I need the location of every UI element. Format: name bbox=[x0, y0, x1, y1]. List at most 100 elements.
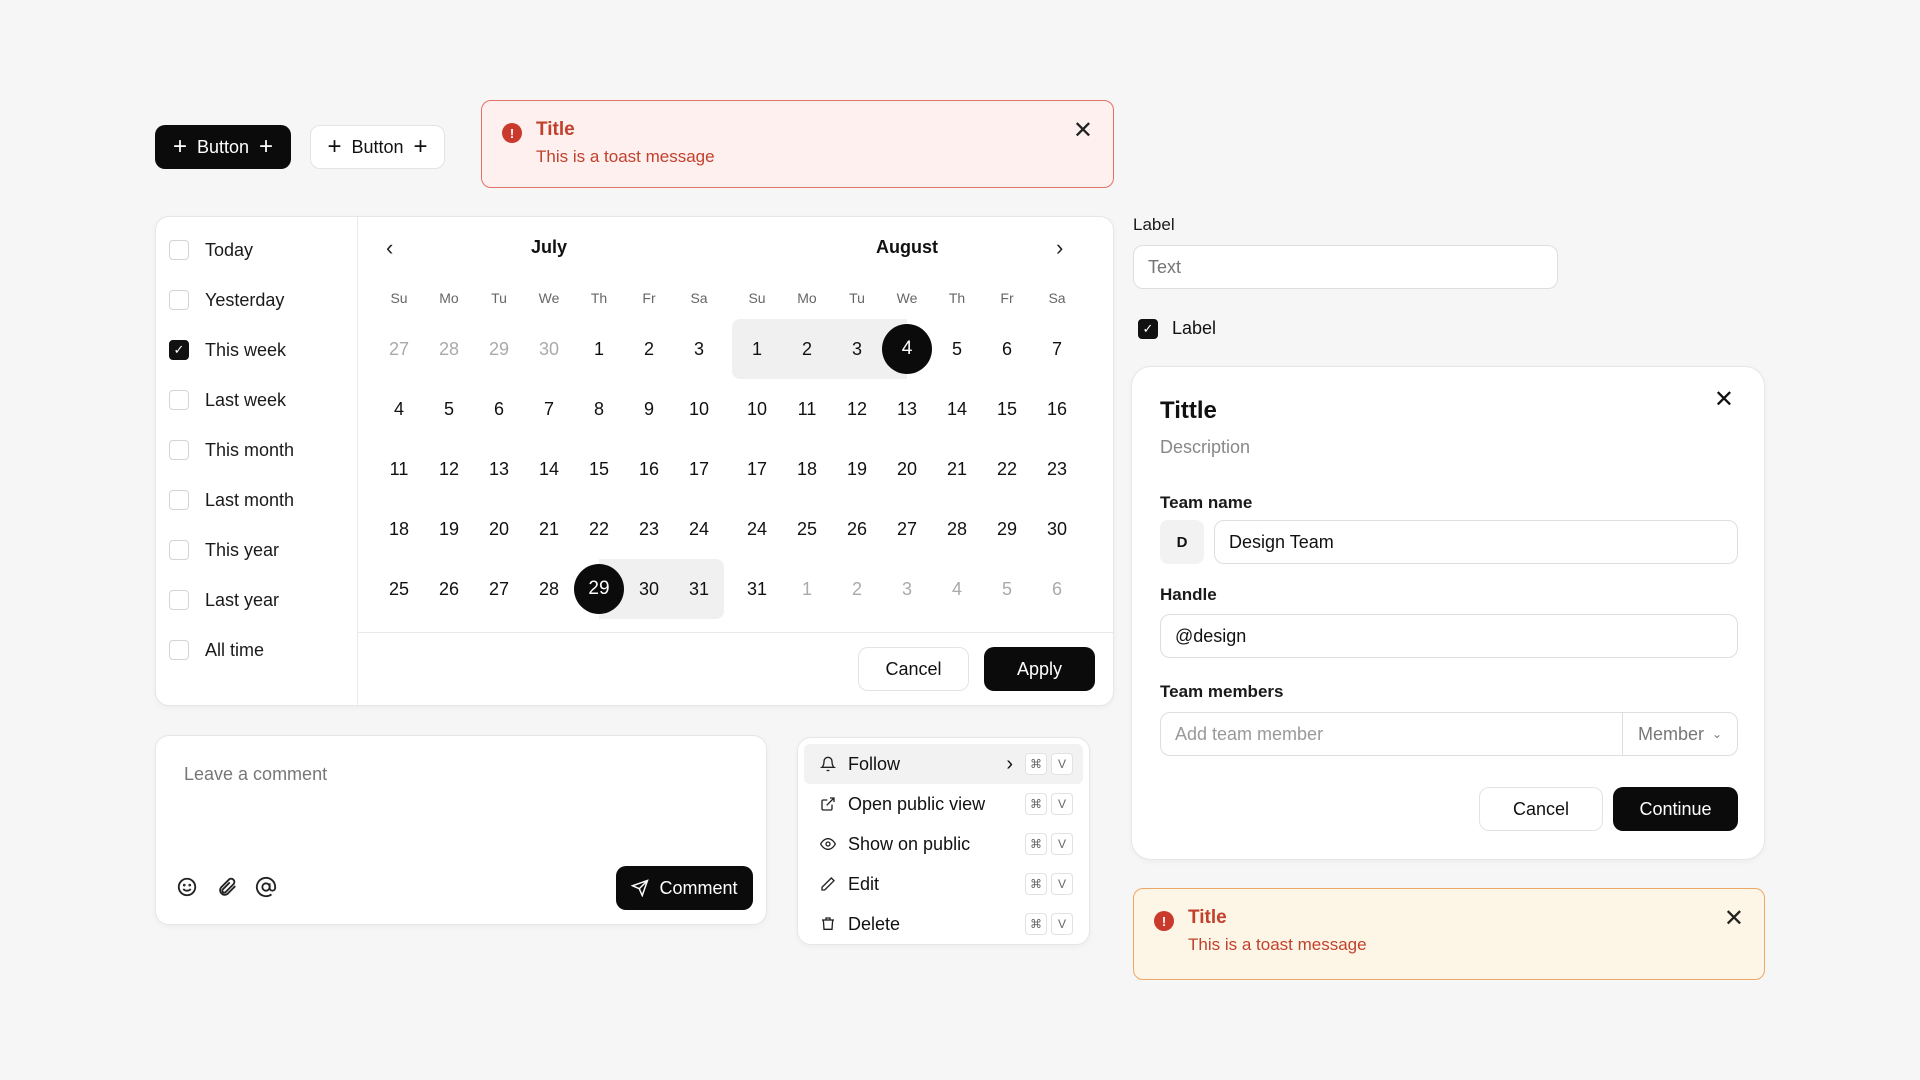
preset-checkbox[interactable] bbox=[169, 440, 189, 460]
preset-item[interactable]: Yesterday bbox=[156, 275, 357, 325]
calendar-day[interactable]: 25 bbox=[374, 559, 424, 619]
handle-input[interactable]: @design bbox=[1160, 614, 1738, 658]
calendar-day[interactable]: 3 bbox=[674, 319, 724, 379]
close-icon[interactable]: ✕ bbox=[1073, 119, 1093, 143]
calendar-day[interactable]: 8 bbox=[574, 379, 624, 439]
calendar-day[interactable]: 10 bbox=[732, 379, 782, 439]
preset-checkbox[interactable] bbox=[169, 390, 189, 410]
calendar-day[interactable]: 14 bbox=[932, 379, 982, 439]
calendar-day[interactable]: 1 bbox=[782, 559, 832, 619]
secondary-button[interactable]: + Button + bbox=[310, 125, 445, 169]
checkbox[interactable]: ✓ bbox=[1138, 318, 1158, 339]
calendar-day[interactable]: 27 bbox=[474, 559, 524, 619]
calendar-day[interactable]: 29 bbox=[574, 559, 624, 619]
calendar-day[interactable]: 12 bbox=[832, 379, 882, 439]
calendar-day[interactable]: 19 bbox=[424, 499, 474, 559]
preset-checkbox[interactable] bbox=[169, 490, 189, 510]
role-select[interactable]: Member ⌄ bbox=[1622, 713, 1737, 755]
menu-item[interactable]: Follow › ⌘ V bbox=[804, 744, 1083, 784]
calendar-day[interactable]: 6 bbox=[982, 319, 1032, 379]
calendar-day[interactable]: 2 bbox=[782, 319, 832, 379]
calendar-day[interactable]: 2 bbox=[832, 559, 882, 619]
calendar-day[interactable]: 4 bbox=[882, 319, 932, 379]
preset-item[interactable]: This year bbox=[156, 525, 357, 575]
preset-checkbox[interactable] bbox=[169, 640, 189, 660]
calendar-day[interactable]: 3 bbox=[882, 559, 932, 619]
at-sign-icon[interactable] bbox=[255, 876, 277, 898]
preset-item[interactable]: ✓ This week bbox=[156, 325, 357, 375]
calendar-day[interactable]: 18 bbox=[782, 439, 832, 499]
menu-item[interactable]: Delete ⌘ V bbox=[804, 904, 1083, 944]
calendar-day[interactable]: 30 bbox=[624, 559, 674, 619]
cancel-button[interactable]: Cancel bbox=[858, 647, 969, 691]
calendar-day[interactable]: 9 bbox=[624, 379, 674, 439]
calendar-day[interactable]: 29 bbox=[982, 499, 1032, 559]
calendar-day[interactable]: 25 bbox=[782, 499, 832, 559]
selected-day[interactable]: 4 bbox=[882, 324, 932, 374]
menu-item[interactable]: Show on public ⌘ V bbox=[804, 824, 1083, 864]
calendar-day[interactable]: 27 bbox=[374, 319, 424, 379]
team-members-input[interactable]: Add team member Member ⌄ bbox=[1160, 712, 1738, 756]
preset-item[interactable]: Last year bbox=[156, 575, 357, 625]
calendar-day[interactable]: 5 bbox=[424, 379, 474, 439]
close-icon[interactable]: ✕ bbox=[1724, 907, 1744, 931]
calendar-day[interactable]: 21 bbox=[524, 499, 574, 559]
comment-input[interactable]: Leave a comment bbox=[184, 764, 327, 785]
calendar-day[interactable]: 15 bbox=[574, 439, 624, 499]
preset-checkbox[interactable] bbox=[169, 290, 189, 310]
menu-item[interactable]: Edit ⌘ V bbox=[804, 864, 1083, 904]
menu-item[interactable]: Open public view ⌘ V bbox=[804, 784, 1083, 824]
calendar-day[interactable]: 23 bbox=[1032, 439, 1082, 499]
calendar-day[interactable]: 31 bbox=[674, 559, 724, 619]
calendar-day[interactable]: 4 bbox=[374, 379, 424, 439]
calendar-day[interactable]: 20 bbox=[882, 439, 932, 499]
calendar-day[interactable]: 13 bbox=[474, 439, 524, 499]
calendar-day[interactable]: 27 bbox=[882, 499, 932, 559]
calendar-day[interactable]: 17 bbox=[732, 439, 782, 499]
preset-item[interactable]: Last month bbox=[156, 475, 357, 525]
calendar-day[interactable]: 16 bbox=[1032, 379, 1082, 439]
calendar-day[interactable]: 12 bbox=[424, 439, 474, 499]
calendar-day[interactable]: 21 bbox=[932, 439, 982, 499]
calendar-day[interactable]: 7 bbox=[524, 379, 574, 439]
text-input[interactable] bbox=[1133, 245, 1558, 289]
calendar-day[interactable]: 11 bbox=[374, 439, 424, 499]
comment-submit-button[interactable]: Comment bbox=[616, 866, 753, 910]
calendar-day[interactable]: 29 bbox=[474, 319, 524, 379]
calendar-day[interactable]: 6 bbox=[474, 379, 524, 439]
calendar-day[interactable]: 3 bbox=[832, 319, 882, 379]
primary-button[interactable]: + Button + bbox=[155, 125, 291, 169]
calendar-day[interactable]: 15 bbox=[982, 379, 1032, 439]
calendar-day[interactable]: 11 bbox=[782, 379, 832, 439]
calendar-day[interactable]: 26 bbox=[424, 559, 474, 619]
calendar-day[interactable]: 30 bbox=[1032, 499, 1082, 559]
preset-checkbox[interactable] bbox=[169, 590, 189, 610]
calendar-day[interactable]: 18 bbox=[374, 499, 424, 559]
calendar-day[interactable]: 5 bbox=[982, 559, 1032, 619]
preset-item[interactable]: Last week bbox=[156, 375, 357, 425]
calendar-day[interactable]: 28 bbox=[932, 499, 982, 559]
calendar-day[interactable]: 13 bbox=[882, 379, 932, 439]
calendar-day[interactable]: 24 bbox=[732, 499, 782, 559]
calendar-day[interactable]: 31 bbox=[732, 559, 782, 619]
preset-item[interactable]: This month bbox=[156, 425, 357, 475]
paperclip-icon[interactable] bbox=[216, 876, 238, 898]
close-icon[interactable]: ✕ bbox=[1714, 385, 1734, 414]
calendar-day[interactable]: 4 bbox=[932, 559, 982, 619]
continue-button[interactable]: Continue bbox=[1613, 787, 1738, 831]
calendar-day[interactable]: 22 bbox=[982, 439, 1032, 499]
calendar-day[interactable]: 24 bbox=[674, 499, 724, 559]
calendar-day[interactable]: 16 bbox=[624, 439, 674, 499]
preset-checkbox[interactable] bbox=[169, 540, 189, 560]
cancel-button[interactable]: Cancel bbox=[1479, 787, 1603, 831]
calendar-day[interactable]: 1 bbox=[732, 319, 782, 379]
selected-day[interactable]: 29 bbox=[574, 564, 624, 614]
calendar-day[interactable]: 22 bbox=[574, 499, 624, 559]
calendar-day[interactable]: 5 bbox=[932, 319, 982, 379]
preset-checkbox[interactable]: ✓ bbox=[169, 340, 189, 360]
emoji-icon[interactable] bbox=[176, 876, 198, 898]
calendar-day[interactable]: 1 bbox=[574, 319, 624, 379]
apply-button[interactable]: Apply bbox=[984, 647, 1095, 691]
calendar-day[interactable]: 26 bbox=[832, 499, 882, 559]
preset-checkbox[interactable] bbox=[169, 240, 189, 260]
